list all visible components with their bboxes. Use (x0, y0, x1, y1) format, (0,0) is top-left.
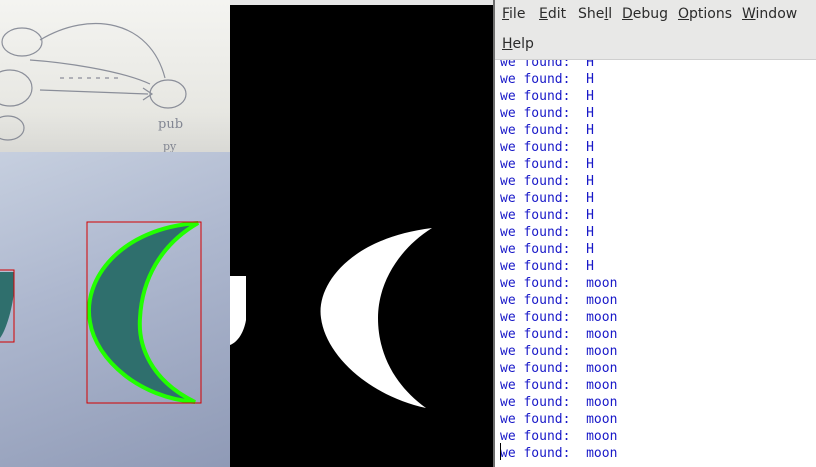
mask-canvas (230, 228, 432, 408)
menu-edit[interactable]: Edit (539, 6, 566, 22)
output-line: we found: H (500, 259, 594, 274)
output-line: we found: H (500, 242, 594, 257)
output-lines: we found: H we found: H we found: H we foun… (500, 60, 617, 462)
output-line: we found: H (500, 106, 594, 121)
menu-help-mnemonic: H (502, 36, 513, 52)
output-line: we found: H (500, 60, 594, 70)
output-line: we found: moon (500, 310, 618, 325)
output-line: we found: H (500, 191, 594, 206)
menu-help[interactable]: Help (502, 36, 534, 52)
menu-edit-mnemonic: E (539, 6, 548, 22)
output-line: we found: moon (500, 344, 618, 359)
menu-options[interactable]: Options (678, 6, 732, 22)
menu-window-mnemonic: W (742, 6, 756, 22)
output-line: we found: H (500, 225, 594, 240)
menu-debug-mnemonic: D (622, 6, 633, 22)
menu-debug[interactable]: Debug (622, 6, 668, 22)
output-line: we found: H (500, 157, 594, 172)
menu-debug-post: ebug (632, 6, 669, 22)
output-line: we found: moon (500, 276, 618, 291)
output-line: we found: moon (500, 293, 618, 308)
menu-help-post: elp (512, 36, 534, 52)
menu-bar: File Edit Shell Debug Options Window Hel… (495, 0, 816, 60)
menu-window-post: indow (755, 6, 798, 22)
output-line: we found: moon (500, 429, 618, 444)
output-line: we found: moon (500, 327, 618, 342)
menu-file-mnemonic: F (502, 6, 510, 22)
output-line: we found: moon (500, 395, 618, 410)
menu-shell-post: l (608, 6, 613, 22)
menu-shell[interactable]: Shell (578, 6, 612, 22)
output-line: we found: moon (500, 378, 618, 393)
mask-partial-shape (230, 276, 246, 345)
output-line: we found: moon (500, 446, 618, 461)
python-shell-window: File Edit Shell Debug Options Window Hel… (493, 0, 816, 467)
mask-moon-shape (320, 228, 432, 408)
output-line: we found: H (500, 72, 594, 87)
output-line: we found: H (500, 123, 594, 138)
output-line: we found: H (500, 140, 594, 155)
shell-output-area[interactable]: we found: H we found: H we found: H we foun… (495, 60, 816, 467)
output-line: we found: H (500, 89, 594, 104)
detection-overlay (0, 221, 202, 404)
text-cursor (500, 443, 501, 460)
menu-options-mnemonic: O (678, 6, 690, 22)
detected-moon-shape (86, 221, 200, 404)
partial-shape (0, 272, 14, 338)
menu-shell-pre: She (578, 6, 605, 22)
output-line: we found: moon (500, 361, 618, 376)
output-line: we found: H (500, 208, 594, 223)
menu-options-post: ptions (689, 6, 733, 22)
menu-edit-post: dit (547, 6, 567, 22)
menu-file[interactable]: File (502, 6, 525, 22)
menu-window[interactable]: Window (742, 6, 797, 22)
menu-file-post: ile (509, 6, 526, 22)
camera-view: pub py (0, 0, 230, 467)
threshold-mask-view (230, 0, 493, 467)
output-line: we found: moon (500, 412, 618, 427)
output-line: we found: H (500, 174, 594, 189)
